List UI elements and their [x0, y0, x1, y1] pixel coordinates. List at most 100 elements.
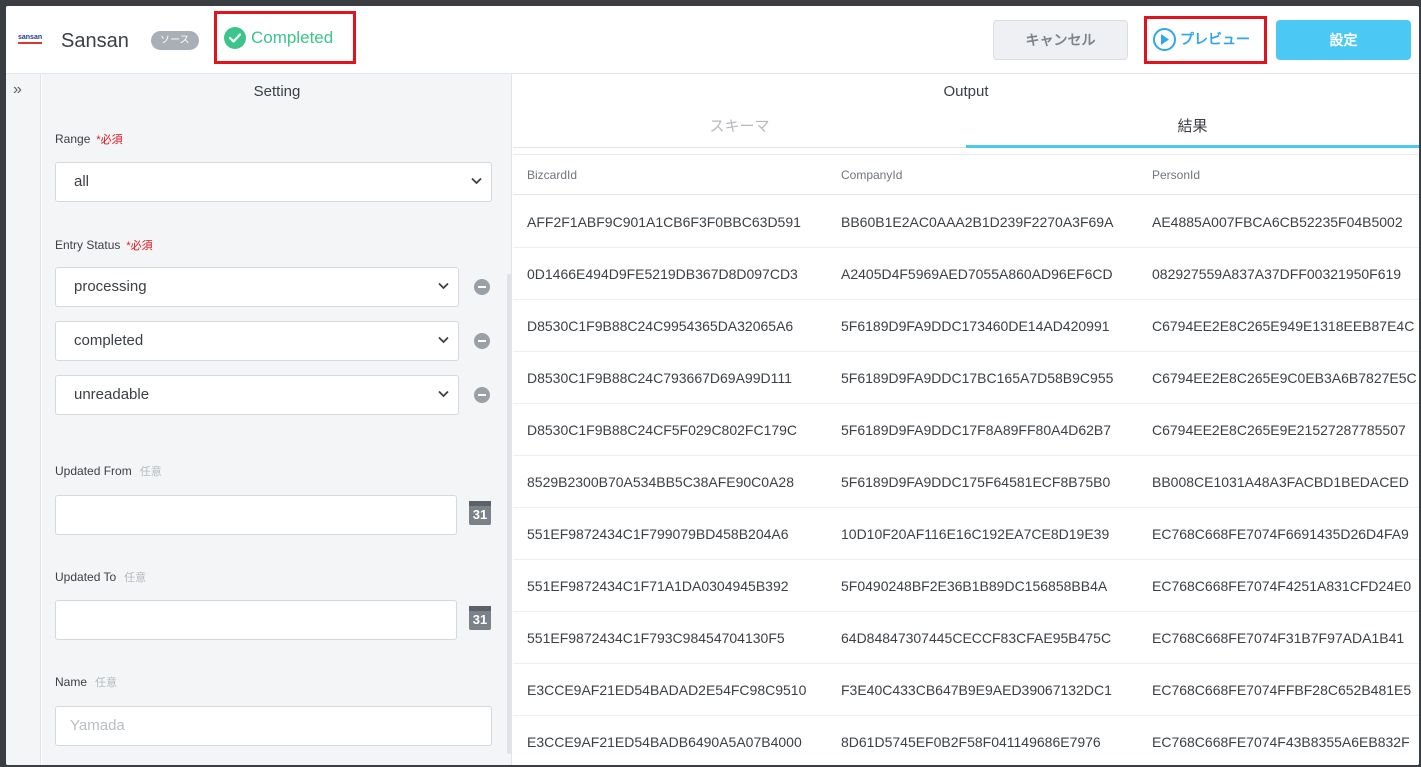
table-cell: 8529B2300B70A534BB5C38AFE90C0A28 [527, 474, 794, 490]
logo-text: sansan [18, 34, 43, 41]
table-row[interactable]: E3CCE9AF21ED54BADB6490A5A07B4000 8D61D574… [513, 716, 1419, 765]
table-row[interactable]: AFF2F1ABF9C901A1CB6F3F0BBC63D591 BB60B1E2… [513, 196, 1419, 248]
table-cell: 64D84847307445CECCF83CFAE95B475C [841, 630, 1112, 646]
column-header-personid[interactable]: PersonId [1152, 167, 1200, 183]
table-cell: C6794EE2E8C265E9C0EB3A6B7827E5C [1152, 370, 1417, 386]
table-row[interactable]: 551EF9872434C1F799079BD458B204A6 10D10F20… [513, 508, 1419, 560]
double-chevron-right-icon[interactable]: » [13, 82, 22, 98]
table-cell: EC768C668FE7074FFBF28C652B481E5 [1152, 682, 1412, 698]
entry-status-label: Entry Status *必須 [55, 237, 153, 254]
chevron-down-icon [438, 282, 449, 290]
check-circle-icon [224, 27, 246, 49]
entry-status-label-text: Entry Status [55, 238, 121, 252]
calendar-top [469, 606, 491, 611]
table-cell: 551EF9872434C1F799079BD458B204A6 [527, 526, 789, 542]
cancel-button[interactable]: キャンセル [993, 20, 1128, 60]
setting-panel: Setting Range *必須 all Entry Status *必須 pro… [42, 74, 512, 765]
table-row[interactable]: E3CCE9AF21ED54BADAD2E54FC98C9510 F3E40C43… [513, 664, 1419, 716]
calendar-icon[interactable]: 31 [469, 501, 491, 525]
updated-to-input[interactable] [55, 600, 457, 640]
entry-status-value: unreadable [74, 386, 150, 403]
output-title: Output [943, 83, 989, 100]
updated-from-label: Updated From 任意 [55, 463, 162, 480]
calendar-icon[interactable]: 31 [469, 606, 491, 630]
sansan-logo: sansan [18, 34, 44, 48]
preview-label: プレビュー [1180, 31, 1250, 47]
table-cell: D8530C1F9B88C24CF5F029C802FC179C [527, 422, 798, 438]
table-row[interactable]: 8529B2300B70A534BB5C38AFE90C0A28 5F6189D9… [513, 456, 1419, 508]
optional-mark: 任意 [124, 572, 147, 584]
calendar-day: 31 [472, 612, 488, 627]
table-cell: 0D1466E494D9FE5219DB367D8D097CD3 [527, 266, 798, 282]
table-cell: 5F6189D9FA9DDC17F8A89FF80A4D62B7 [841, 422, 1112, 438]
table-row[interactable]: D8530C1F9B88C24CF5F029C802FC179C 5F6189D9… [513, 404, 1419, 456]
column-header-bizcardid[interactable]: BizcardId [527, 167, 577, 183]
entry-status-select-3[interactable]: unreadable [55, 375, 459, 415]
setting-scrollbar[interactable] [507, 274, 511, 754]
range-select[interactable]: all [55, 162, 492, 202]
table-cell: C6794EE2E8C265E9E21527287785507 [1152, 422, 1406, 438]
preview-button[interactable]: プレビュー [1144, 16, 1267, 64]
table-cell: E3CCE9AF21ED54BADAD2E54FC98C9510 [527, 682, 807, 698]
table-cell: 551EF9872434C1F71A1DA0304945B392 [527, 578, 789, 594]
updated-from-label-text: Updated From [55, 464, 132, 478]
table-cell: EC768C668FE7074F43B8355A6EB832F [1152, 734, 1410, 750]
table-cell: D8530C1F9B88C24C793667D69A99D111 [527, 370, 792, 386]
table-cell: EC768C668FE7074F6691435D26D4FA9 [1152, 526, 1409, 542]
table-cell: A2405D4F5969AED7055A860AD96EF6CD [841, 266, 1113, 282]
table-cell: D8530C1F9B88C24C9954365DA32065A6 [527, 318, 794, 334]
updated-to-label: Updated To 任意 [55, 569, 146, 586]
table-cell: BB008CE1031A48A3FACBD1BEDACED [1152, 474, 1409, 490]
logo-underline [18, 42, 42, 44]
table-cell: EC768C668FE7074F31B7F97ADA1B41 [1152, 630, 1405, 646]
table-row[interactable]: 551EF9872434C1F793C98454704130F5 64D84847… [513, 612, 1419, 664]
table-row[interactable]: D8530C1F9B88C24C9954365DA32065A6 5F6189D9… [513, 300, 1419, 352]
table-cell: EC768C668FE7074F4251A831CFD24E0 [1152, 578, 1412, 594]
chevron-down-icon [438, 336, 449, 344]
table-row[interactable]: 551EF9872434C1F71A1DA0304945B392 5F049024… [513, 560, 1419, 612]
table-cell: 10D10F20AF116E16C192EA7CE8D19E39 [841, 526, 1110, 542]
table-row[interactable]: 0D1466E494D9FE5219DB367D8D097CD3 A2405D4F… [513, 248, 1419, 300]
required-mark: *必須 [126, 240, 153, 252]
range-value: all [74, 173, 90, 190]
remove-status-icon[interactable] [474, 279, 490, 295]
table-cell: 8D61D5745EF0B2F58F041149686E7976 [841, 734, 1101, 750]
remove-status-icon[interactable] [474, 387, 490, 403]
table-cell: 5F6189D9FA9DDC17BC165A7D58B9C955 [841, 370, 1114, 386]
entry-status-select-1[interactable]: processing [55, 267, 459, 307]
table-cell: 082927559A837A37DFF00321950F619 [1152, 266, 1402, 282]
optional-mark: 任意 [95, 677, 118, 689]
calendar-top [469, 501, 491, 506]
tab-schema[interactable]: スキーマ [513, 116, 966, 148]
table-row[interactable]: D8530C1F9B88C24C793667D69A99D111 5F6189D9… [513, 352, 1419, 404]
updated-to-label-text: Updated To [55, 570, 117, 584]
output-panel: Output スキーマ 結果 BizcardId CompanyId Perso… [513, 74, 1419, 765]
play-circle-icon [1153, 28, 1176, 51]
chevron-down-icon [471, 177, 482, 185]
header: sansan Sansan ソース Completed キャンセル プレビュー … [6, 6, 1419, 74]
entry-status-select-2[interactable]: completed [55, 321, 459, 361]
status-indicator: Completed [214, 11, 356, 64]
table-cell: 551EF9872434C1F793C98454704130F5 [527, 630, 785, 646]
entry-status-value: processing [74, 278, 147, 295]
setting-title: Setting [253, 83, 301, 100]
table-cell: E3CCE9AF21ED54BADB6490A5A07B4000 [527, 734, 802, 750]
remove-status-icon[interactable] [474, 333, 490, 349]
name-input[interactable]: Yamada [55, 706, 492, 746]
entry-status-value: completed [74, 332, 144, 349]
tab-result[interactable]: 結果 [966, 116, 1419, 148]
table-cell: AFF2F1ABF9C901A1CB6F3F0BBC63D591 [527, 214, 801, 230]
table-cell: 5F6189D9FA9DDC173460DE14AD420991 [841, 318, 1110, 334]
collapse-rail: » [6, 74, 41, 765]
table-cell: 5F0490248BF2E36B1B89DC156858BB4A [841, 578, 1108, 594]
required-mark: *必須 [96, 134, 123, 146]
calendar-day: 31 [472, 507, 488, 522]
table-cell: F3E40C433CB647B9E9AED39067132DC1 [841, 682, 1112, 698]
connector-title: Sansan [61, 30, 129, 52]
table-cell: AE4885A007FBCA6CB52235F04B5002 [1152, 214, 1403, 230]
column-header-companyid[interactable]: CompanyId [841, 167, 902, 183]
updated-from-input[interactable] [55, 495, 457, 535]
range-label-text: Range [55, 132, 91, 146]
save-settings-button[interactable]: 設定 [1276, 20, 1411, 60]
table-header: BizcardId CompanyId PersonId [513, 154, 1419, 195]
